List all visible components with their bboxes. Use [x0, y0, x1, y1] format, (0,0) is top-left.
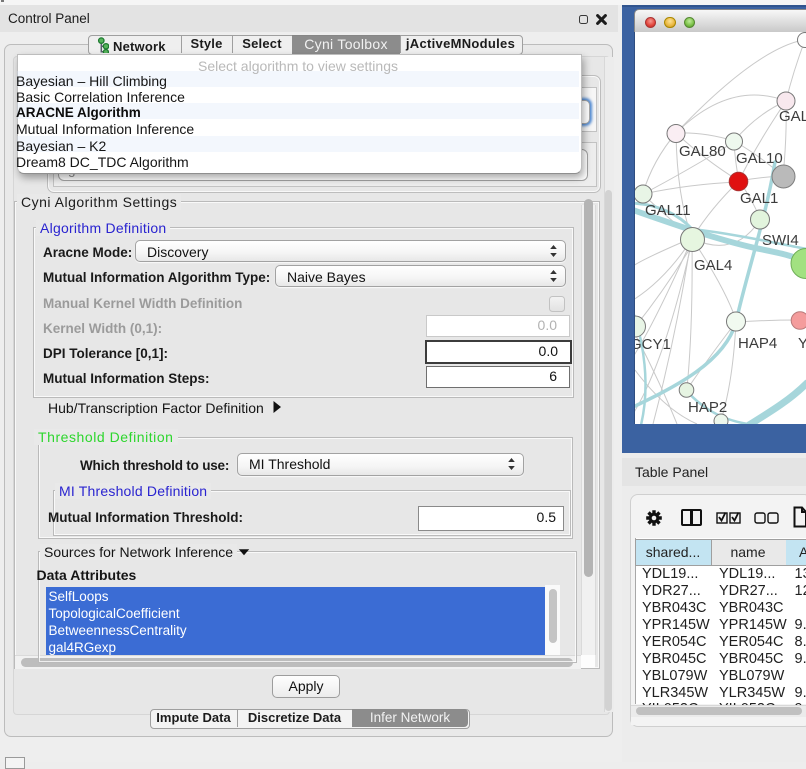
svg-text:GAL80: GAL80	[679, 143, 726, 160]
svg-text:GAL10: GAL10	[736, 150, 783, 167]
svg-text:GAL7: GAL7	[779, 108, 806, 125]
svg-text:GAL4: GAL4	[694, 257, 732, 274]
svg-text:SWI4: SWI4	[762, 232, 799, 249]
svg-text:GAL1: GAL1	[740, 190, 778, 207]
svg-text:Y: Y	[798, 335, 806, 352]
svg-text:HAP4: HAP4	[738, 335, 777, 352]
svg-text:GCY1: GCY1	[635, 336, 671, 353]
svg-text:GAL11: GAL11	[645, 202, 691, 219]
svg-text:HAP2: HAP2	[688, 399, 727, 416]
